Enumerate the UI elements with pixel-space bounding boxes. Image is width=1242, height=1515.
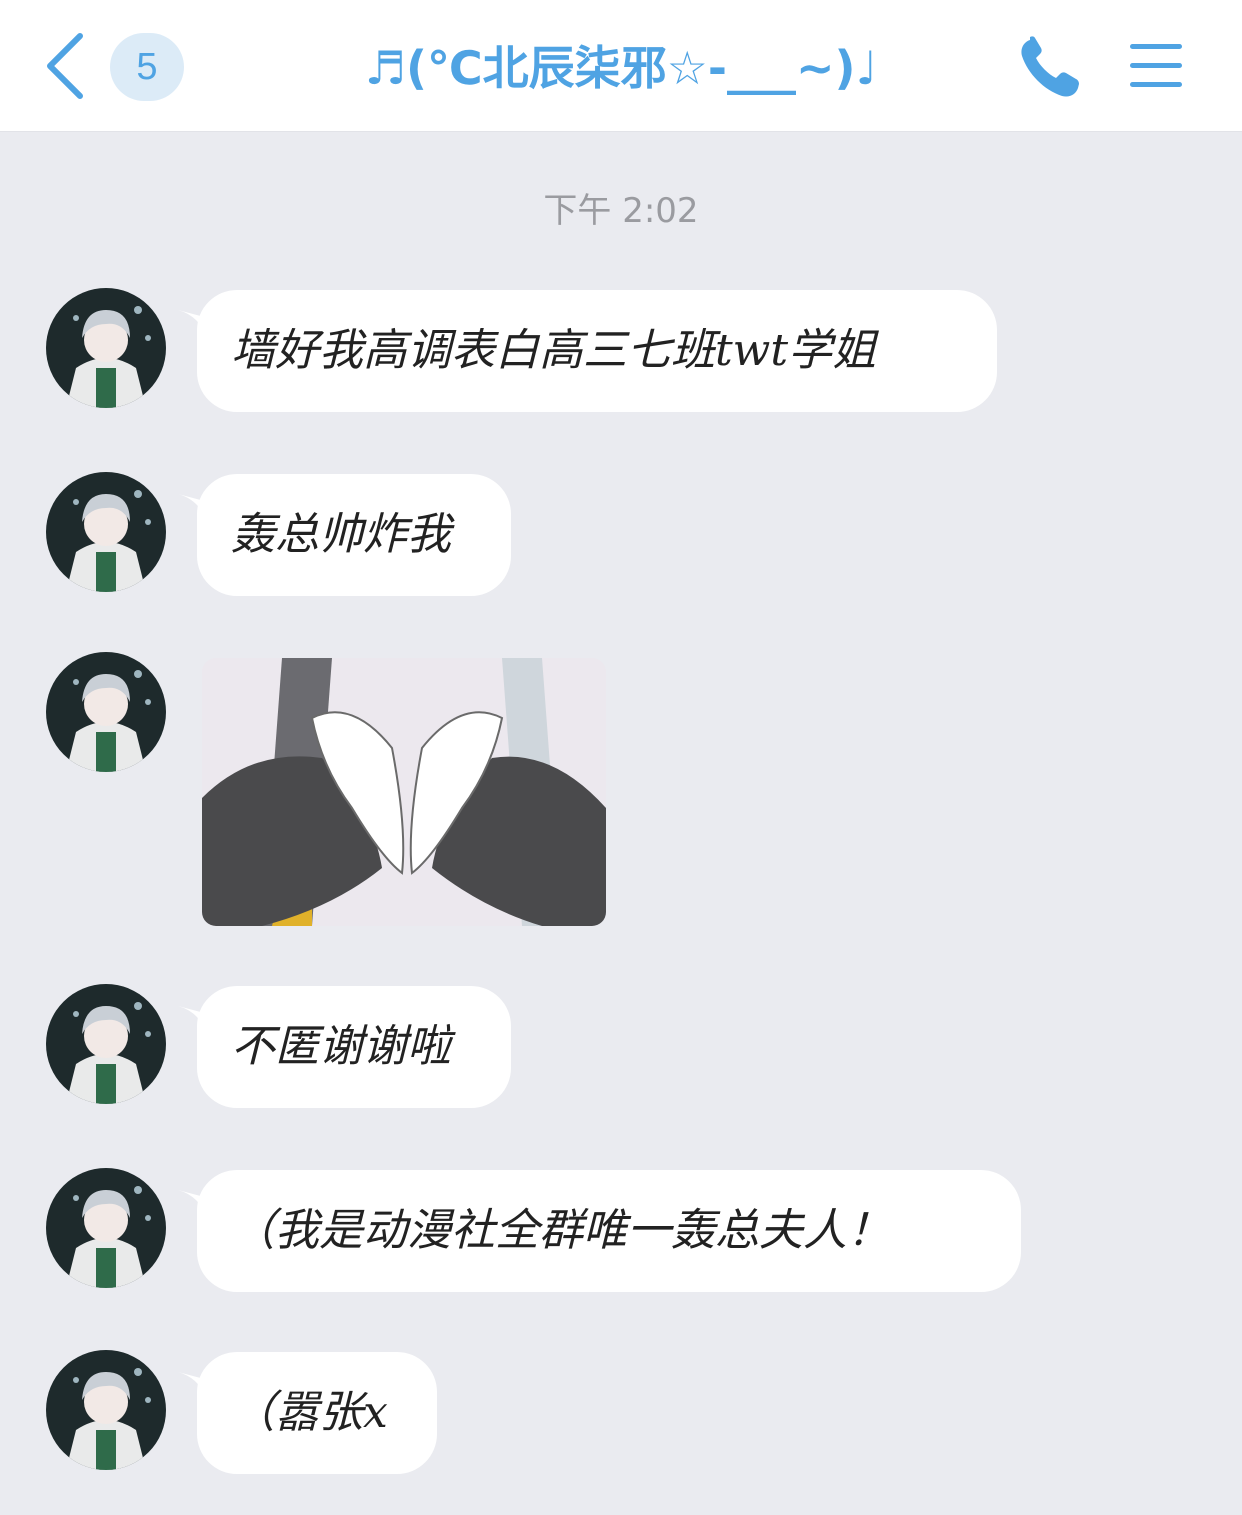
avatar[interactable] (46, 652, 166, 772)
avatar[interactable] (46, 472, 166, 592)
call-button[interactable] (1016, 34, 1086, 100)
chat-header: 5 ♬(℃北辰柒邪☆-___~)♩ (0, 0, 1242, 132)
menu-button[interactable] (1128, 40, 1184, 92)
avatar[interactable] (46, 1168, 166, 1288)
message-bubble[interactable]: （嚣张x (197, 1352, 437, 1474)
message-row: 墙好我高调表白高三七班twt学姐 (0, 288, 1242, 412)
message-row: 不匿谢谢啦 (0, 984, 1242, 1108)
phone-icon (1021, 36, 1079, 97)
hamburger-menu-icon (1130, 44, 1182, 87)
avatar[interactable] (46, 1350, 166, 1470)
message-bubble[interactable]: 墙好我高调表白高三七班twt学姐 (197, 290, 997, 412)
message-row: （嚣张x (0, 1350, 1242, 1474)
message-bubble[interactable]: （我是动漫社全群唯一轰总夫人！ (197, 1170, 1021, 1292)
chat-title[interactable]: ♬(℃北辰柒邪☆-___~)♩ (230, 28, 1012, 108)
message-bubble[interactable]: 不匿谢谢啦 (197, 986, 511, 1108)
avatar[interactable] (46, 984, 166, 1104)
unread-count-badge[interactable]: 5 (110, 33, 184, 101)
message-row (0, 652, 1242, 928)
chevron-left-icon (47, 33, 83, 99)
message-row: 轰总帅炸我 (0, 472, 1242, 596)
message-timestamp: 下午 2:02 (543, 191, 699, 231)
message-row: （我是动漫社全群唯一轰总夫人！ (0, 1168, 1242, 1292)
heart-hands-sticker[interactable] (202, 658, 606, 926)
message-bubble[interactable]: 轰总帅炸我 (197, 474, 511, 596)
back-button[interactable] (40, 30, 96, 102)
avatar[interactable] (46, 288, 166, 408)
